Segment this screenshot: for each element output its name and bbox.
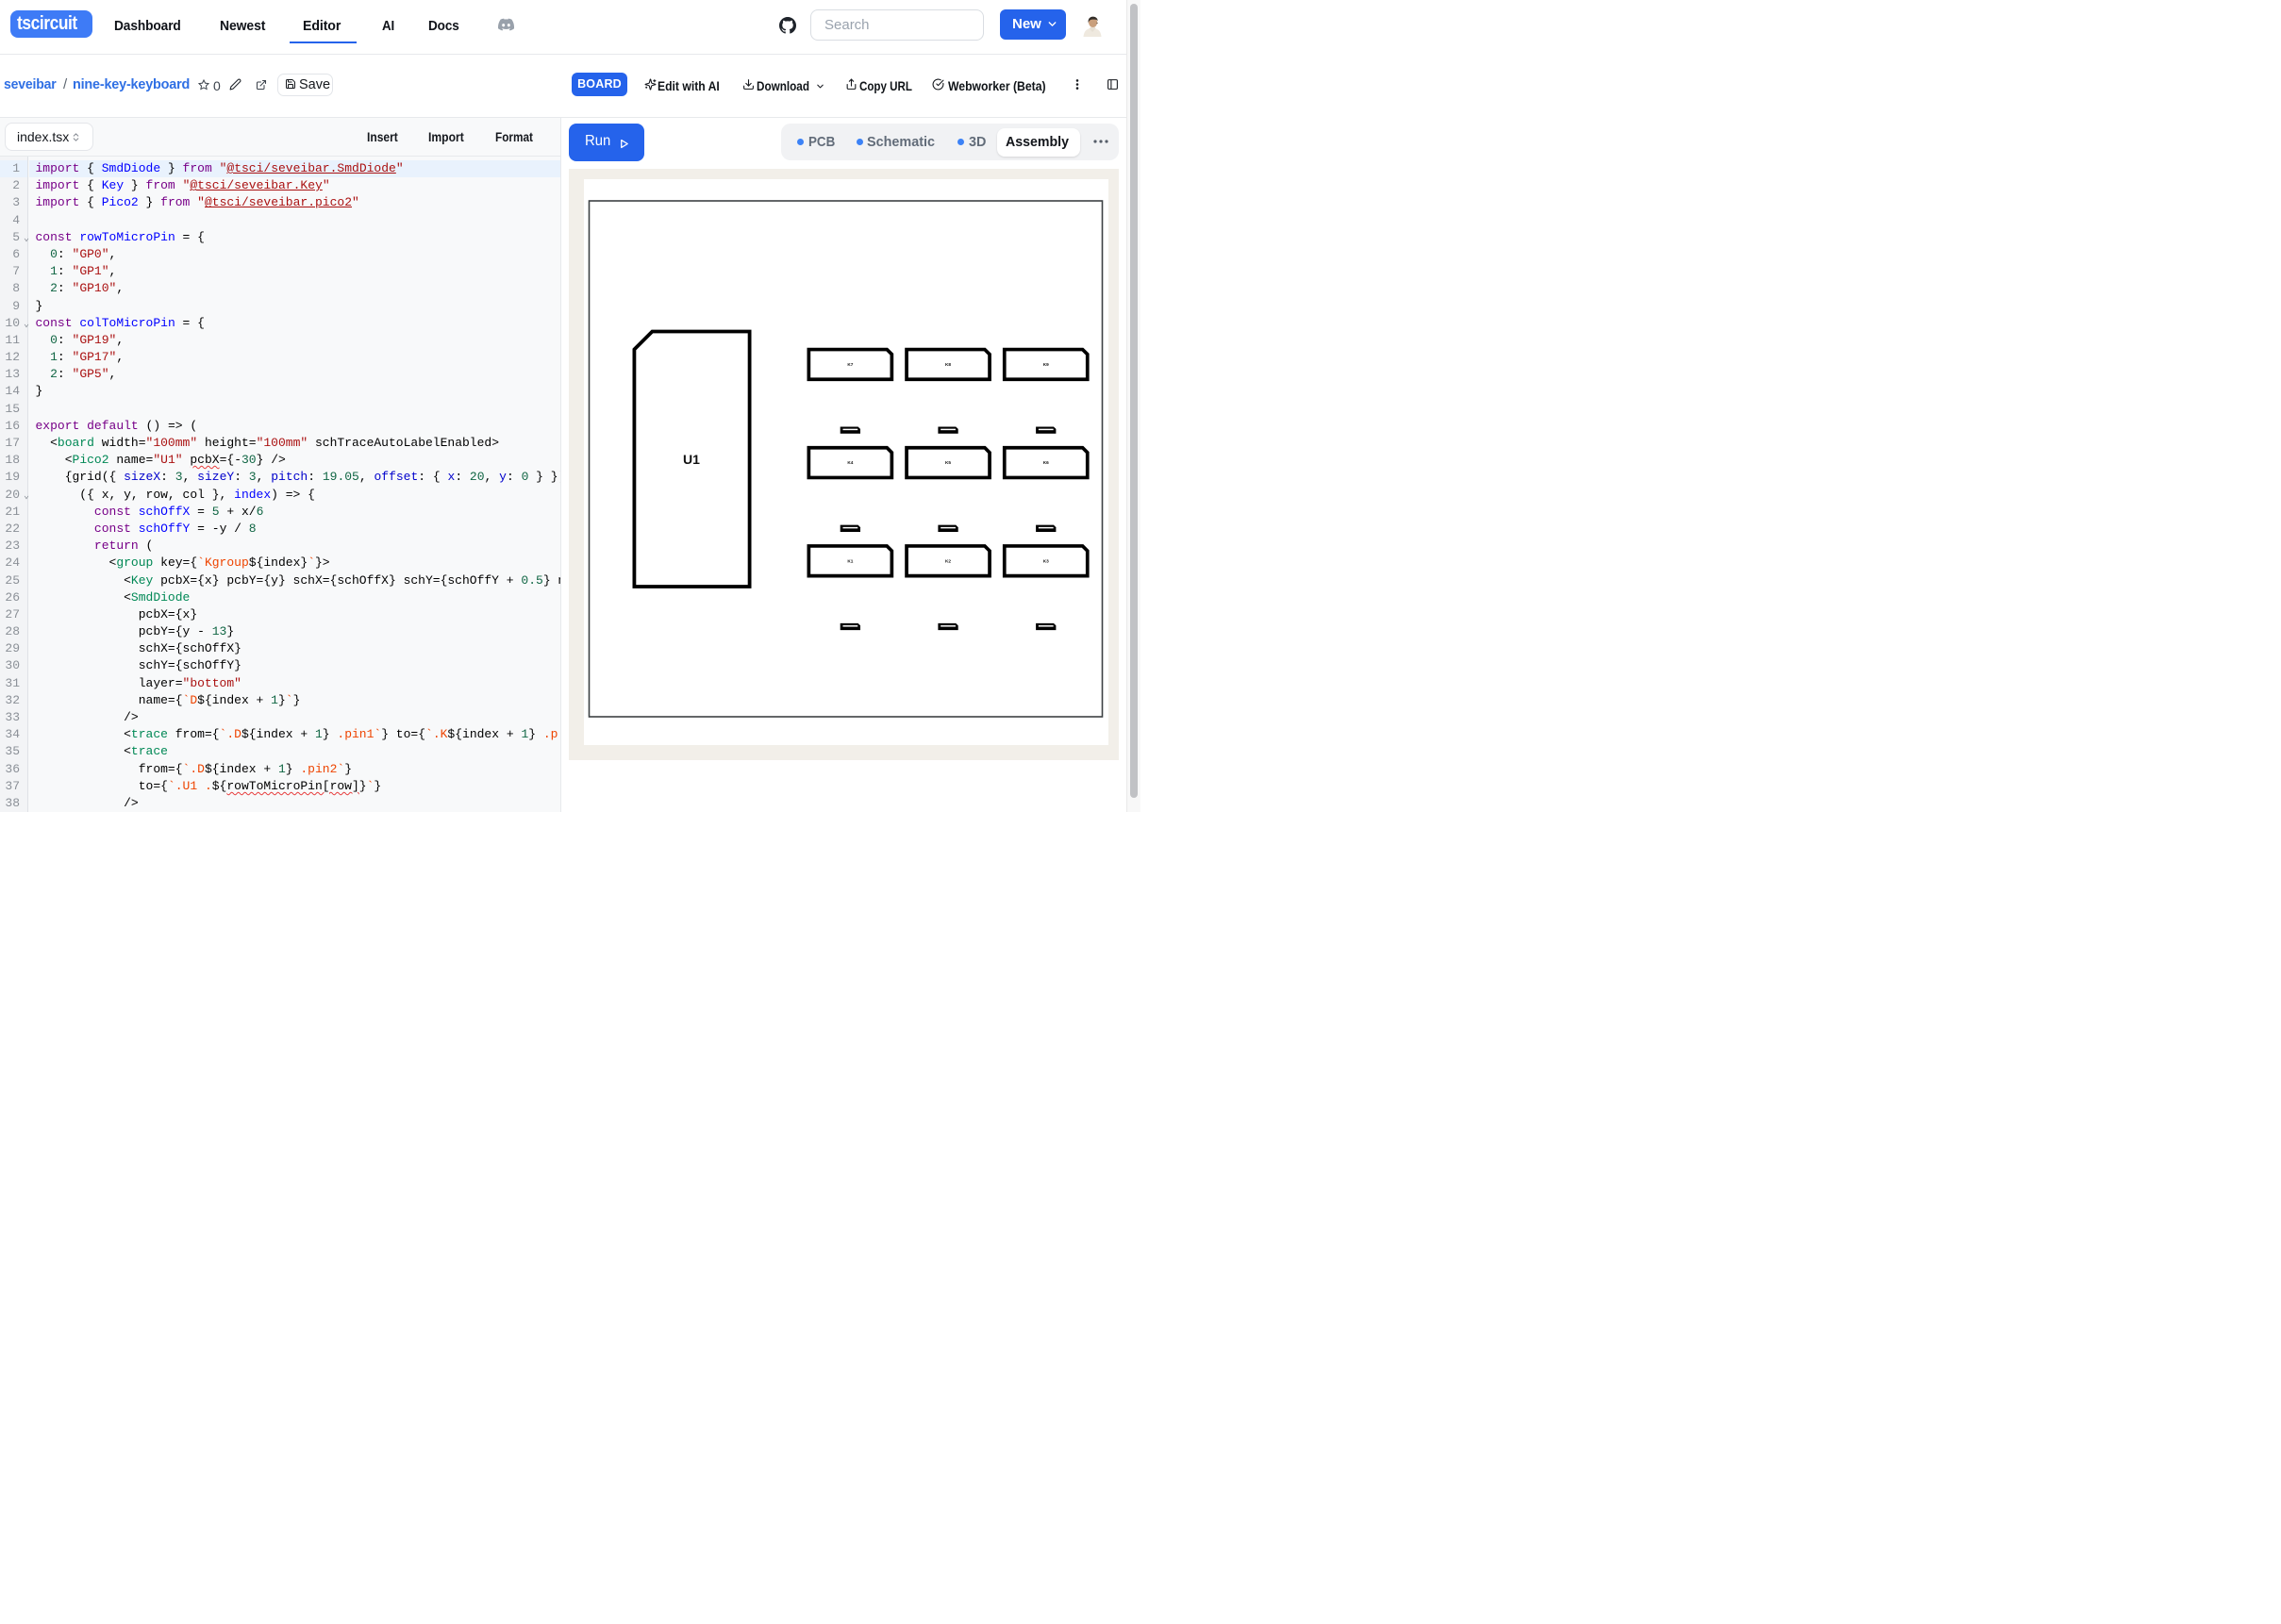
svg-text:K4: K4 xyxy=(847,460,853,465)
svg-text:K9: K9 xyxy=(1043,362,1049,367)
svg-text:K2: K2 xyxy=(945,558,951,563)
svg-text:K6: K6 xyxy=(1043,460,1049,465)
svg-text:K3: K3 xyxy=(1043,558,1049,563)
svg-text:K8: K8 xyxy=(945,362,951,367)
svg-text:K5: K5 xyxy=(945,460,951,465)
svg-text:K1: K1 xyxy=(847,558,853,563)
svg-text:K7: K7 xyxy=(847,362,853,367)
svg-text:U1: U1 xyxy=(683,452,700,467)
